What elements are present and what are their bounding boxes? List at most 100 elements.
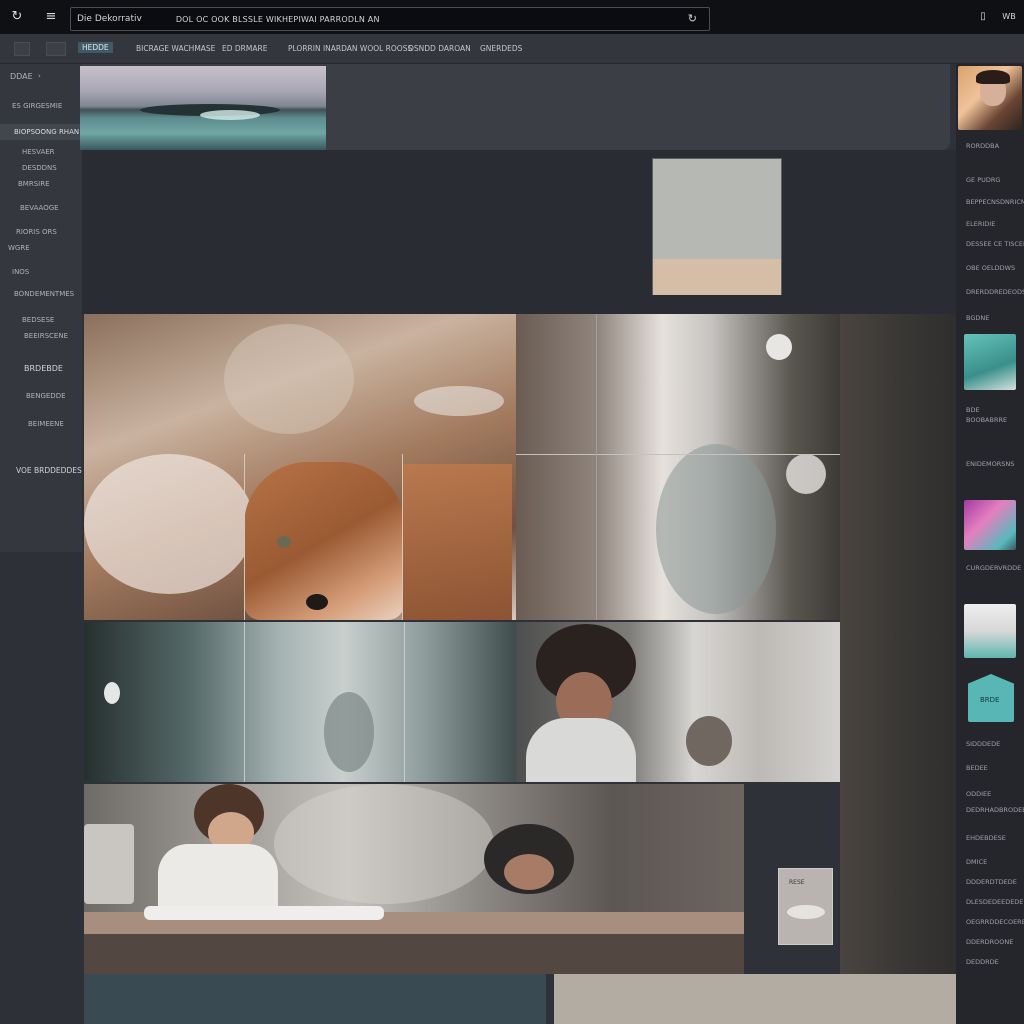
sidebar-title: DDAE	[10, 72, 33, 81]
tab-hedde[interactable]: HEDDE	[78, 42, 113, 53]
sidebar-item-selected[interactable]: BIOPSOONG RHAN	[0, 124, 80, 140]
thumbnail-teal[interactable]	[964, 334, 1016, 390]
right-item[interactable]: OBE OELDDWS	[966, 264, 1015, 272]
sidebar-item[interactable]: BEVAAOGE	[20, 204, 59, 212]
avatar[interactable]	[958, 66, 1022, 130]
tab-gnerdeds[interactable]: GNERDEDS	[480, 44, 522, 53]
photo-collage	[84, 314, 956, 974]
grid-line	[244, 622, 245, 782]
bottom-block-beige	[554, 974, 956, 1024]
sidebar-item[interactable]: BENGEDDE	[26, 392, 66, 400]
sidebar-item[interactable]: HESVAER	[22, 148, 55, 156]
sidebar-item[interactable]: ES GIRGESMIE	[12, 102, 62, 110]
right-item[interactable]: BEDEE	[966, 764, 988, 772]
photo-tile-study[interactable]	[84, 784, 744, 974]
sidebar-item[interactable]: DESDDNS	[22, 164, 57, 172]
sidebar-item[interactable]: BRDEBDE	[24, 364, 63, 373]
photo-tile-fox[interactable]	[84, 314, 516, 620]
profile-badge[interactable]: WB	[998, 9, 1020, 25]
photo-tile-girl[interactable]	[516, 622, 840, 782]
blur-shape	[224, 324, 354, 434]
right-item[interactable]: DDERDROONE	[966, 938, 1013, 946]
photo-tile-room[interactable]	[84, 622, 516, 782]
right-item[interactable]: DRERDDREDEODSREN	[966, 288, 1024, 296]
grid-line	[596, 314, 597, 620]
sub-navigation: HEDDE BICRAGE WACHMASE ED DRMARE PLORRIN…	[0, 34, 1024, 64]
left-sidebar: DDAE › ES GIRGESMIE BIOPSOONG RHAN HESVA…	[0, 64, 82, 1024]
swatch-beige	[653, 259, 781, 295]
thumbnail-white[interactable]	[964, 604, 1016, 658]
sidebar-item[interactable]: INOS	[12, 268, 29, 276]
chevron-icon[interactable]: ›	[38, 72, 41, 80]
badge-label: BRDE	[980, 696, 1000, 704]
menu-icon[interactable]: ≡	[42, 9, 60, 25]
sidebar-item[interactable]: BEDSESE	[22, 316, 54, 324]
right-item[interactable]: BEPPECNSDNRICMES	[966, 198, 1024, 206]
shirt-shape	[158, 844, 278, 914]
photo-tile-flowers[interactable]	[516, 314, 840, 620]
landscape-image[interactable]	[80, 66, 326, 150]
smoke-blur	[274, 784, 494, 904]
person-blur	[324, 692, 374, 772]
flower-blob	[786, 454, 826, 494]
refresh-icon[interactable]: ↻	[8, 9, 26, 25]
fox-body	[402, 464, 512, 620]
koala-blur	[686, 716, 732, 766]
dark-band	[82, 150, 956, 314]
grid-icon[interactable]	[14, 42, 30, 56]
sidebar-item[interactable]: VOE BRDDEDDES	[16, 466, 82, 475]
right-item[interactable]: SIDDDEDE	[966, 740, 1000, 748]
tab-bicrage[interactable]: BICRAGE WACHMASE	[136, 44, 215, 53]
light-reflection	[200, 110, 260, 120]
right-item[interactable]: GE PUDRG	[966, 176, 1000, 184]
browser-toolbar: ↻ ≡ Die Dekorrativ DOL OC OOK BLSSLE WIK…	[0, 0, 1024, 34]
flower-blob	[766, 334, 792, 360]
tab-ed-drmare[interactable]: ED DRMARE	[222, 44, 267, 53]
tab-osndd[interactable]: OSNDD DAROAN	[408, 44, 471, 53]
right-item[interactable]: EHDEBDESE	[966, 834, 1006, 842]
color-swatch[interactable]	[652, 158, 782, 295]
tab-plorrin[interactable]: PLORRIN INARDAN WOOL ROOSS	[288, 44, 412, 53]
blur-shape	[656, 444, 776, 614]
shirt-shape	[526, 718, 636, 782]
grid-line	[402, 454, 403, 620]
badge-shape[interactable]: BRDE	[968, 674, 1014, 722]
right-item[interactable]: BOOBABRRE	[966, 416, 1007, 424]
reload-arrow-icon[interactable]: ↻	[688, 12, 697, 25]
grid-line	[244, 454, 245, 620]
sidebar-item[interactable]: RIORIS ORS	[16, 228, 57, 236]
blur-shape	[414, 386, 504, 416]
window-toggle-icon[interactable]: ▯	[974, 9, 992, 25]
right-item[interactable]: ODDIEE	[966, 790, 991, 798]
table-shadow	[84, 934, 744, 974]
right-item[interactable]: DDDERDTDEDE	[966, 878, 1017, 886]
right-item[interactable]: OEGRRDDECOERE	[966, 918, 1024, 926]
sidebar-item[interactable]: BEEIRSCENE	[24, 332, 68, 340]
sidebar-item[interactable]: WGRE	[8, 244, 30, 252]
right-item[interactable]: DLESDEDEEDEDE	[966, 898, 1023, 906]
fox-nose	[306, 594, 328, 610]
bottom-strip	[84, 974, 956, 1024]
right-item[interactable]: BGDNE	[966, 314, 989, 322]
right-item[interactable]: ELERIDIE	[966, 220, 995, 228]
right-item[interactable]: DESSEE CE TISCEBE	[966, 240, 1024, 248]
right-item[interactable]: DMICE	[966, 858, 987, 866]
sidebar-item[interactable]: BMRSIRE	[18, 180, 50, 188]
right-item[interactable]: CURGDERVRDDE	[966, 564, 1021, 572]
address-bar[interactable]: Die Dekorrativ DOL OC OOK BLSSLE WIKHEPI…	[70, 7, 710, 31]
right-item[interactable]: ENIDEMORSNS	[966, 460, 1014, 468]
grid-line	[404, 622, 405, 782]
right-item[interactable]: DEDRHADBRODEE	[966, 806, 1024, 814]
swatch-gray	[653, 159, 781, 259]
hair-shape	[976, 70, 1010, 84]
right-item[interactable]: RORDDBA	[966, 142, 999, 150]
sidebar-item[interactable]: BONDEMENTMES	[14, 290, 74, 298]
right-item[interactable]: DEDDRDE	[966, 958, 999, 966]
thumbnail-pink[interactable]	[964, 500, 1016, 550]
sidebar-item[interactable]: BEIMEENE	[28, 420, 64, 428]
mug-shape	[84, 824, 134, 904]
square-icon[interactable]	[46, 42, 66, 56]
right-item[interactable]: BDE	[966, 406, 980, 414]
fox-eye	[277, 536, 291, 548]
small-card[interactable]: RESE	[778, 868, 833, 945]
